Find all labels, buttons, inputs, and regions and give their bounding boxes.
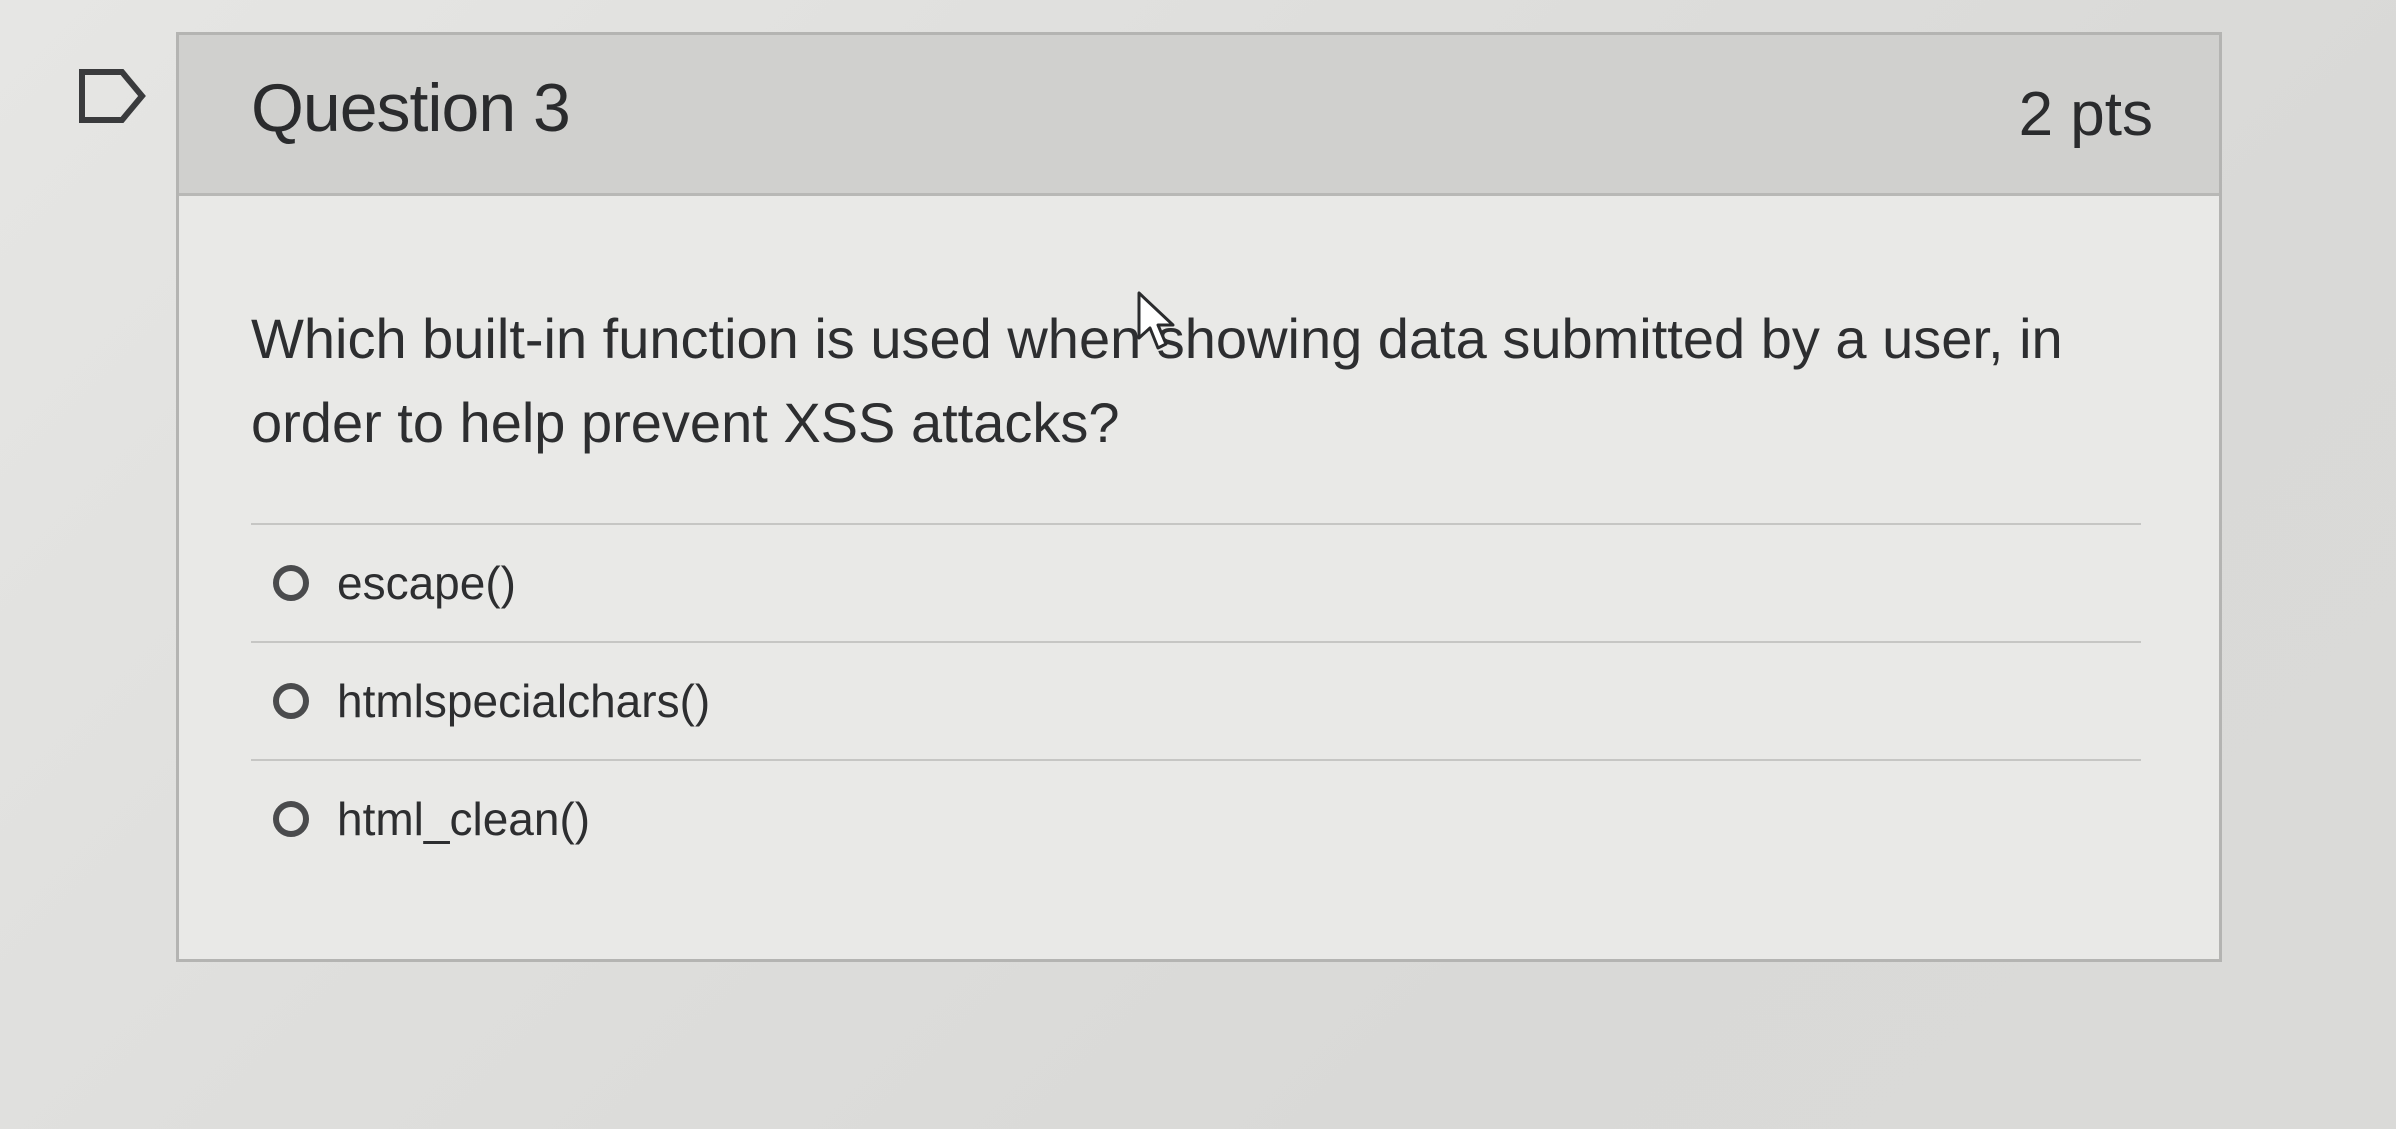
radio-unselected-icon[interactable] — [273, 801, 309, 837]
answer-option-escape[interactable]: escape() — [251, 525, 2141, 641]
mouse-pointer-icon — [1137, 291, 1175, 350]
flag-question-icon[interactable] — [76, 66, 148, 126]
question-header: Question 3 2 pts — [179, 35, 2219, 196]
answer-label: htmlspecialchars() — [337, 675, 711, 727]
answer-list: escape() htmlspecialchars() html_clean() — [251, 523, 2141, 877]
question-points: 2 pts — [2018, 80, 2153, 149]
answer-label: escape() — [337, 557, 516, 609]
radio-unselected-icon[interactable] — [273, 565, 309, 601]
question-card: Question 3 2 pts Which built-in function… — [176, 32, 2222, 962]
question-title: Question 3 — [251, 70, 571, 146]
radio-unselected-icon[interactable] — [273, 683, 309, 719]
answer-option-html-clean[interactable]: html_clean() — [251, 761, 2141, 877]
answer-option-htmlspecialchars[interactable]: htmlspecialchars() — [251, 643, 2141, 759]
answer-label: html_clean() — [337, 793, 591, 845]
question-text: Which built-in function is used when sho… — [251, 307, 2063, 454]
